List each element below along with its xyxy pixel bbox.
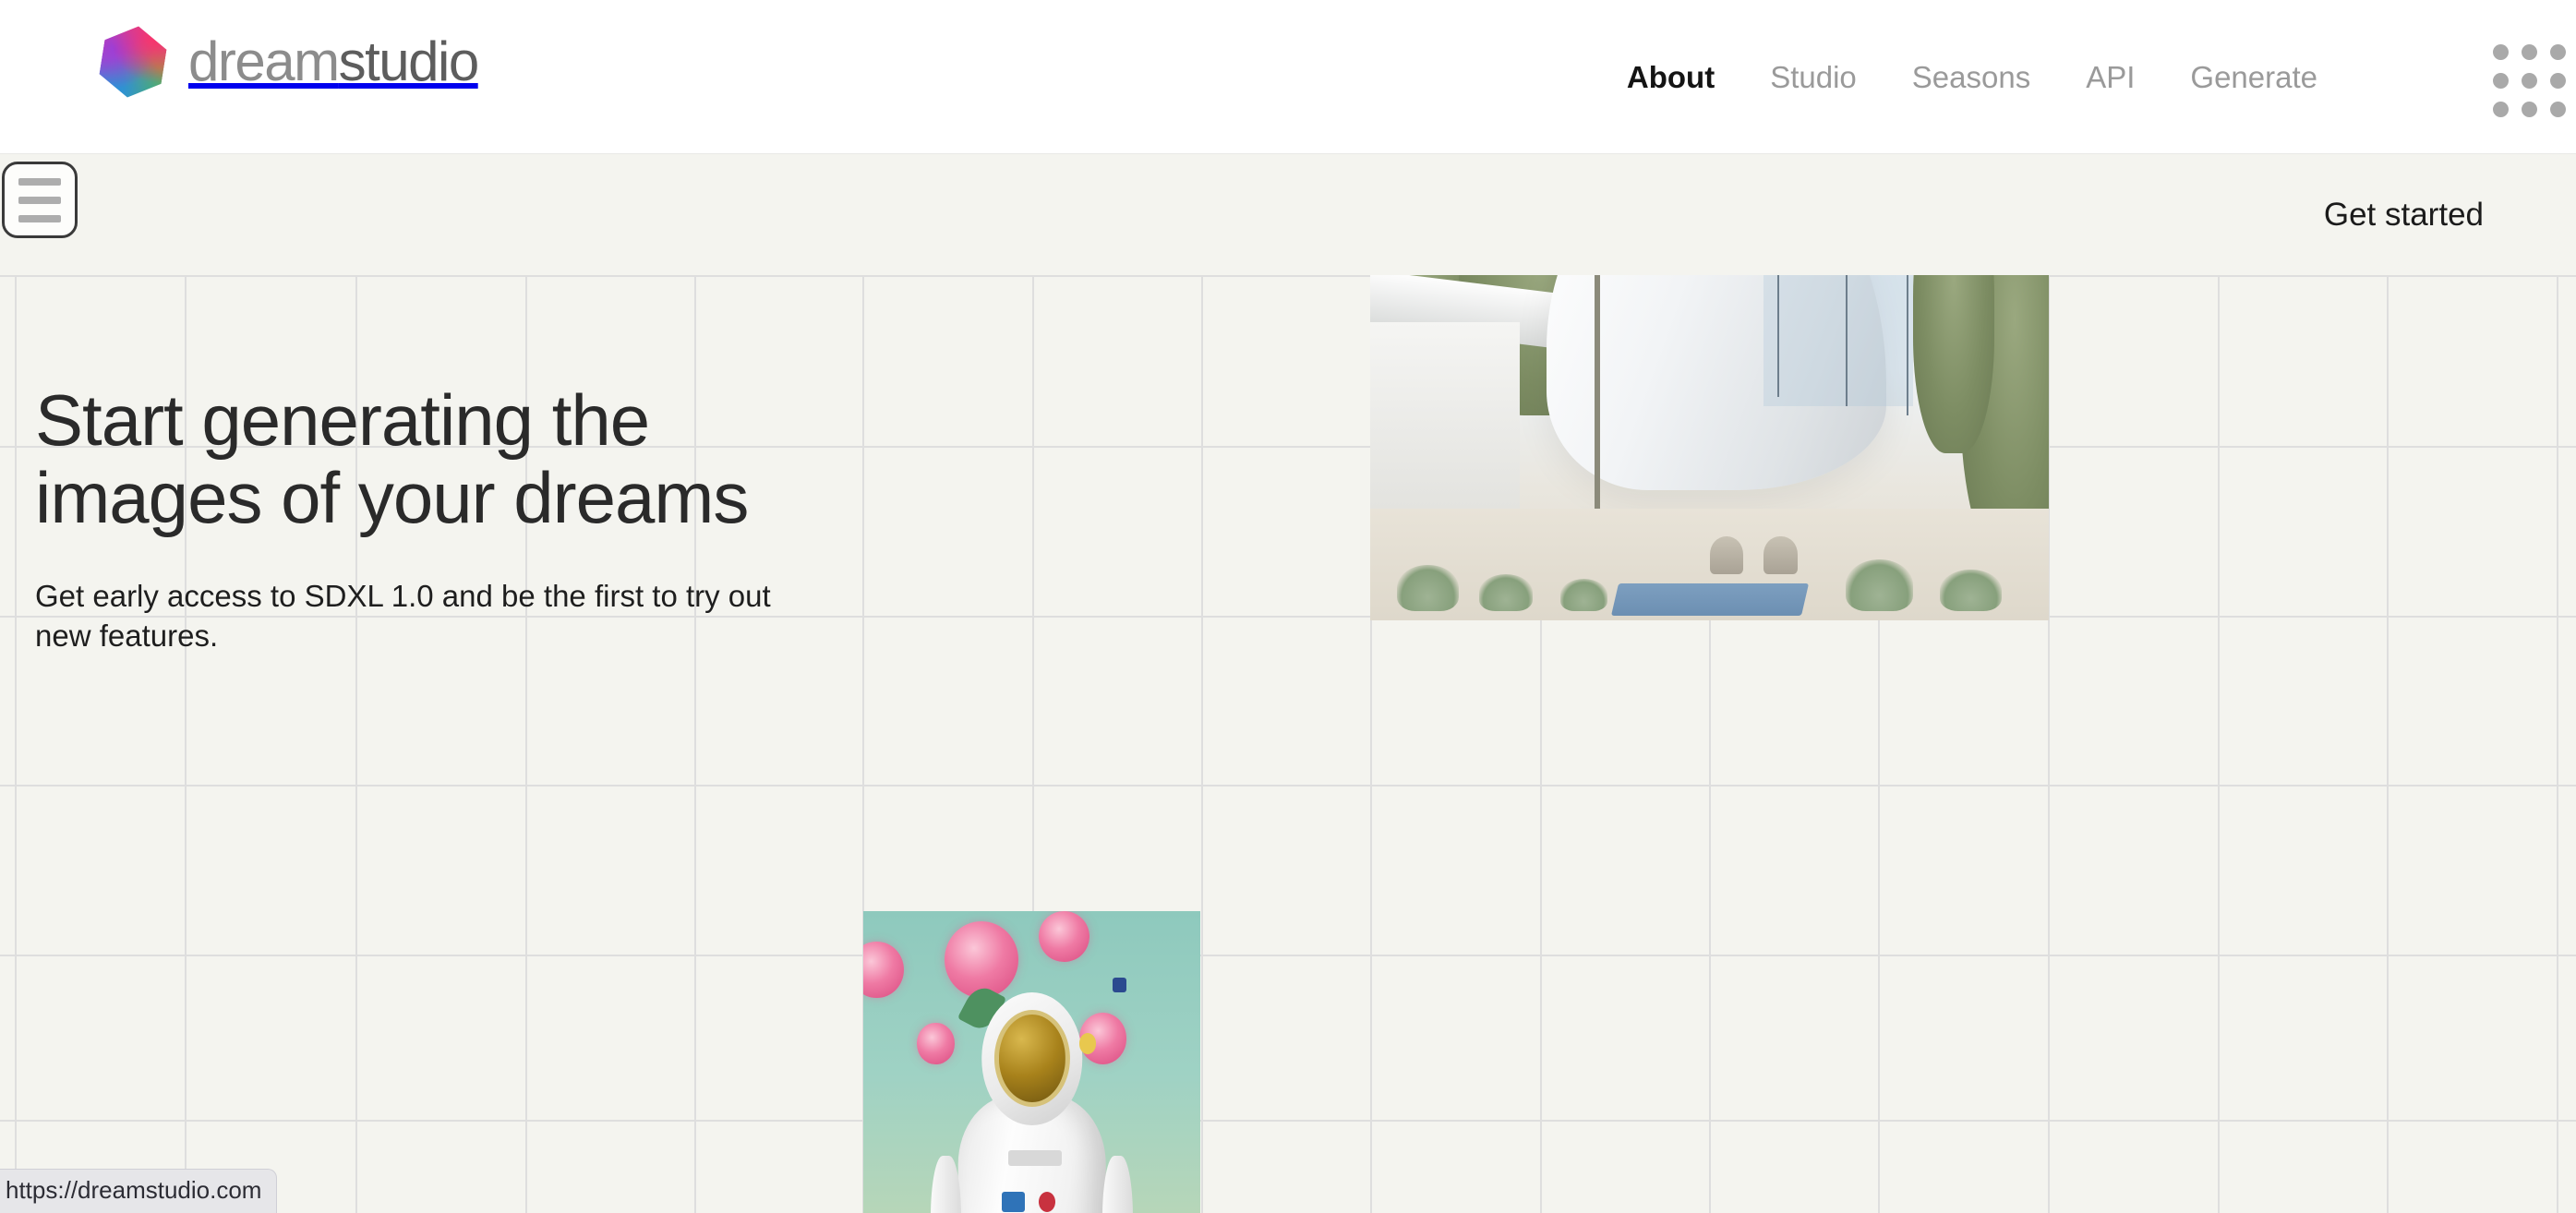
nav-item-studio[interactable]: Studio bbox=[1742, 60, 1884, 95]
grid-dot bbox=[2550, 102, 2566, 117]
nav-item-api[interactable]: API bbox=[2058, 60, 2162, 95]
nav-item-seasons[interactable]: Seasons bbox=[1884, 60, 2058, 95]
grid-dot bbox=[2493, 102, 2509, 117]
brand-word-dream: dream bbox=[188, 30, 340, 92]
grid-dot bbox=[2522, 102, 2537, 117]
page-title: Start generating the images of your drea… bbox=[35, 381, 792, 536]
grid-dots-icon[interactable] bbox=[2493, 44, 2566, 117]
grid-dot bbox=[2493, 73, 2509, 89]
get-started-link[interactable]: Get started bbox=[2324, 197, 2484, 234]
hamburger-bar bbox=[18, 196, 61, 204]
grid-dot bbox=[2550, 73, 2566, 89]
grid-dot bbox=[2522, 44, 2537, 60]
headline-line-1: Start generating the bbox=[35, 379, 650, 461]
hamburger-menu-icon[interactable] bbox=[2, 162, 78, 238]
secondary-bar: Get started bbox=[0, 154, 2576, 275]
astronaut-roses-image[interactable] bbox=[863, 911, 1200, 1213]
grid-dot bbox=[2522, 73, 2537, 89]
hero-gallery-canvas: Start generating the images of your drea… bbox=[0, 275, 2576, 1213]
grid-dot bbox=[2493, 44, 2509, 60]
hamburger-bar bbox=[18, 214, 61, 222]
brand-logo-link[interactable]: dream studio bbox=[102, 26, 480, 98]
hamburger-bar bbox=[18, 177, 61, 186]
brand-word-studio: studio bbox=[338, 30, 480, 92]
nav-item-about[interactable]: About bbox=[1599, 60, 1742, 95]
hero-text-block: Start generating the images of your drea… bbox=[35, 381, 792, 656]
headline-line-2: images of your dreams bbox=[35, 457, 749, 539]
grid-dot bbox=[2550, 44, 2566, 60]
primary-navigation: About Studio Seasons API Generate bbox=[1599, 0, 2345, 154]
status-bar-url: https://dreamstudio.com bbox=[0, 1169, 278, 1213]
nav-item-generate[interactable]: Generate bbox=[2162, 60, 2345, 95]
hexagon-gradient-logo-icon bbox=[96, 21, 169, 102]
hero-subtext: Get early access to SDXL 1.0 and be the … bbox=[35, 579, 771, 654]
architecture-house-image[interactable] bbox=[1370, 275, 2049, 620]
brand-wordmark: dream studio bbox=[188, 30, 480, 92]
site-header: dream studio About Studio Seasons API Gen… bbox=[0, 0, 2576, 154]
